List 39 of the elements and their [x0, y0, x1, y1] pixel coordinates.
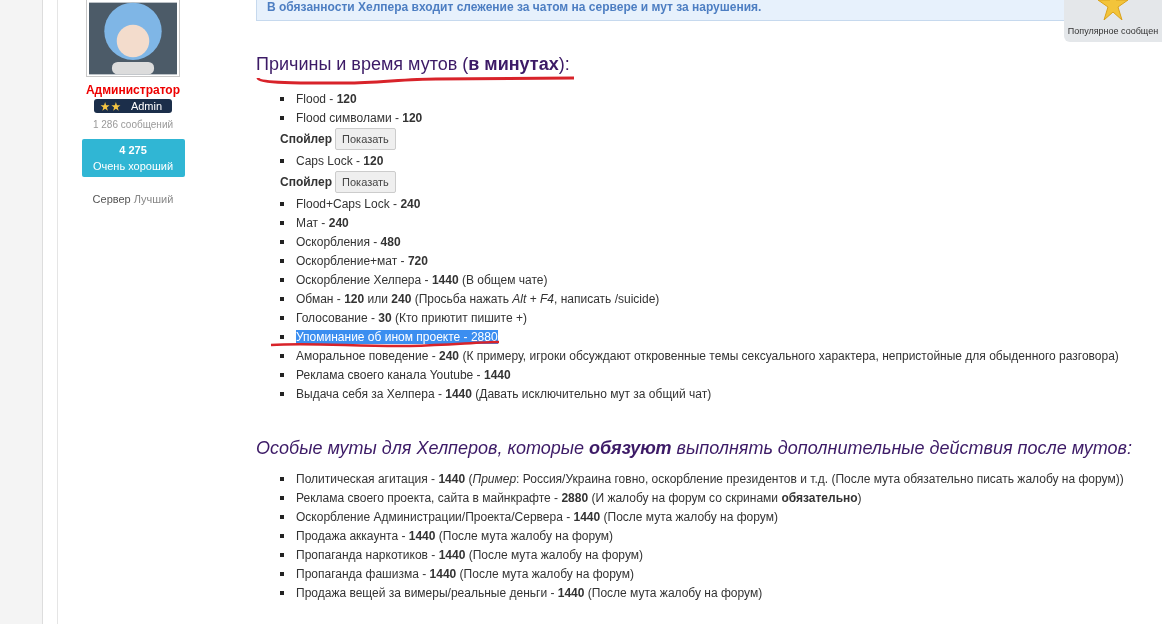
rule-item: Реклама своего проекта, сайта в майнкрафте - 2880 (И жалобу на форум со скринами обязательно) — [296, 490, 862, 505]
rule-item: Выдача себя за Хелпера - 1440 (Давать исключительно мут за общий чат) — [296, 386, 712, 401]
two-stars-icon — [99, 101, 121, 111]
user-role[interactable]: Администратор — [85, 83, 181, 97]
rule-item: Оскорбление+мат - 720 — [296, 253, 428, 268]
server-value: Лучший — [133, 193, 174, 205]
rule-item: Пропаганда фашизма - 1440 (После мута жалобу на форум) — [296, 566, 634, 581]
rule-item: Продажа аккаунта - 1440 (После мута жалобу на форум) — [296, 528, 614, 543]
rule-item: Оскорбления - 480 — [296, 234, 401, 249]
server-label: Сервер — [92, 193, 131, 205]
rule-item: Обман - 120 или 240 (Просьба нажать Alt + F4, написать /suicide) — [296, 291, 660, 306]
rule-item: Caps Lock - 120 — [296, 153, 384, 168]
notice-text: В обязанности Хелпера входит слежение за чатом на сервере и мут за нарушения. — [267, 0, 762, 14]
message-count: 1 286 сообщений — [92, 119, 174, 130]
badge-label: Admin — [130, 100, 163, 112]
rule-item: Flood+Caps Lock - 240 — [296, 196, 421, 211]
rule-item: Реклама своего канала Youtube - 1440 — [296, 367, 511, 382]
star-icon — [1098, 0, 1128, 20]
popular-badge[interactable]: Популярное сообщен — [1064, 0, 1162, 42]
rule-item: Мат - 240 — [296, 215, 349, 230]
rule-item: Политическая агитация - 1440 (Пример: Россия/Украина говно, оскорбление президентов и т.д. (После мута обязательно писать жалобу на форум)) — [296, 471, 1124, 486]
rule-item: Упоминание об ином проекте - 2880 — [296, 329, 498, 344]
rule-item: Голосование - 30 (Кто приютит пишите +) — [296, 310, 527, 325]
rule-item: Продажа вещей за вимеры/реальные деньги - 1440 (После мута жалобу на форум) — [296, 585, 763, 600]
rule-item: Оскорбление Администрации/Проекта/Сервера - 1440 (После мута жалобу на форум) — [296, 509, 778, 524]
rule-item: Flood - 120 — [296, 91, 357, 106]
show-spoiler-button[interactable]: Показать — [335, 128, 396, 150]
show-spoiler-button[interactable]: Показать — [335, 171, 396, 193]
avatar-placeholder[interactable] — [86, 0, 180, 77]
section-heading: Причины и время мутов (в минутах): — [256, 53, 570, 75]
spoiler-label: Спойлер — [280, 132, 333, 146]
rule-item: Аморальное поведение - 240 (К примеру, игроки обсуждают откровенные темы сексуального характера, непристойные для обыденного разговора) — [296, 348, 1119, 363]
rule-item: Пропаганда наркотиков - 1440 (После мута жалобу на форум) — [296, 547, 644, 562]
rule-item: Оскорбление Хелпера - 1440 (В общем чате) — [296, 272, 548, 287]
rule-item: Flood символами - 120 — [296, 110, 423, 125]
section-heading: Особые муты для Хелперов, которые обязуют выполнять дополнительные действия после мутов: — [256, 437, 1133, 459]
rating-value: 4 275 — [119, 144, 147, 156]
rating-label: Очень хороший — [92, 160, 174, 172]
spoiler-label: Спойлер — [280, 175, 333, 189]
